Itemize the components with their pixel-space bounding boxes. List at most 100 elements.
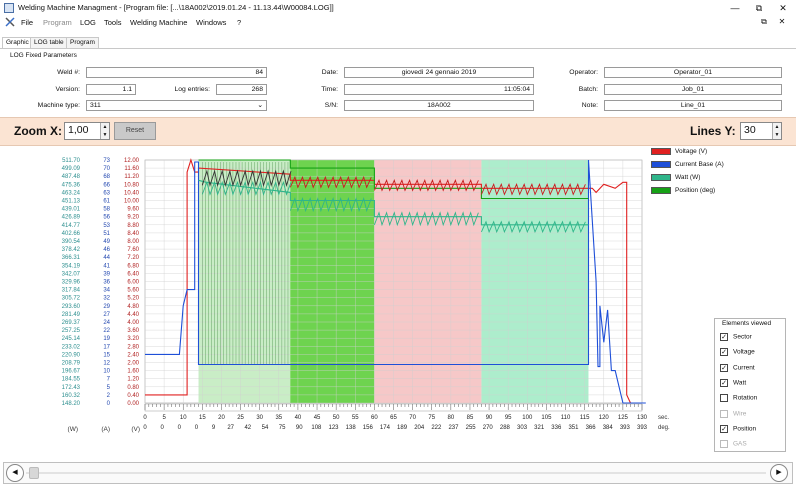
tab-program[interactable]: Program: [66, 37, 99, 48]
amp-tick-label: 12: [103, 361, 110, 367]
scroll-right-button[interactable]: ▶: [770, 464, 788, 482]
menu-file[interactable]: File: [21, 18, 33, 27]
watt-tick-label: 475.36: [62, 182, 81, 188]
deg-unit-label: deg.: [658, 425, 670, 431]
amp-tick-label: 46: [103, 247, 110, 253]
amp-tick-label: 41: [103, 263, 110, 269]
operator-field[interactable]: Operator_01: [604, 67, 782, 78]
sec-tick-label: 10: [180, 415, 187, 421]
volt-tick-label: 2.00: [127, 361, 139, 367]
amp-tick-label: 32: [103, 296, 110, 302]
checkbox[interactable]: ✓: [720, 333, 728, 341]
sec-tick-label: 60: [371, 415, 378, 421]
batch-label: Batch:: [578, 86, 598, 93]
menu-welding-machine[interactable]: Welding Machine: [130, 18, 187, 27]
elements-viewed-watt[interactable]: ✓ Watt: [720, 378, 747, 387]
deg-tick-label: 42: [244, 425, 251, 431]
date-field[interactable]: giovedì 24 gennaio 2019: [344, 67, 534, 78]
scroll-left-button[interactable]: ◀: [6, 464, 24, 482]
volt-tick-label: 6.80: [127, 263, 139, 269]
spin-arrows-icon[interactable]: ▲ ▼: [772, 123, 781, 139]
checkbox[interactable]: [720, 394, 728, 403]
volt-tick-label: 10.80: [124, 182, 140, 188]
elements-viewed-sector[interactable]: ✓ Sector: [720, 333, 752, 341]
sec-tick-label: 130: [637, 415, 648, 421]
deg-tick-label: 237: [448, 425, 459, 431]
checkbox[interactable]: ✓: [720, 348, 728, 357]
checkbox-label: Watt: [733, 379, 747, 387]
tab-log-table[interactable]: LOG table: [30, 37, 68, 48]
tab-graphic[interactable]: Graphic: [2, 37, 33, 48]
menu-log[interactable]: LOG: [80, 18, 96, 27]
amp-tick-label: 73: [103, 158, 110, 164]
mdi-document-icon[interactable]: [5, 17, 15, 27]
sec-tick-label: 45: [314, 415, 321, 421]
mdi-restore-button[interactable]: ⧉: [758, 17, 770, 27]
scroll-thumb[interactable]: [29, 467, 39, 479]
volt-tick-label: 0.00: [127, 401, 139, 407]
reset-button[interactable]: Reset: [114, 122, 156, 140]
menu-help[interactable]: ?: [237, 18, 241, 27]
app-window: Welding Machine Managment - [Program fil…: [0, 0, 796, 497]
minimize-button[interactable]: —: [724, 1, 746, 15]
mdi-close-button[interactable]: ✕: [776, 17, 788, 26]
note-field[interactable]: Line_01: [604, 100, 782, 111]
sec-tick-label: 30: [256, 415, 263, 421]
checkbox: [720, 409, 728, 418]
deg-tick-label: 0: [160, 425, 164, 431]
restore-button[interactable]: ⧉: [748, 1, 770, 15]
elements-viewed-current[interactable]: ✓ Current: [720, 363, 755, 372]
zoom-x-stepper[interactable]: 1,00 ▲ ▼: [64, 122, 110, 140]
checkbox[interactable]: ✓: [720, 378, 728, 387]
weld-number-field[interactable]: 84: [86, 67, 267, 78]
sec-tick-label: 85: [467, 415, 474, 421]
volt-tick-label: 1.60: [127, 369, 139, 375]
elements-viewed-position[interactable]: ✓ Position: [720, 424, 757, 433]
volt-tick-label: 7.20: [127, 255, 139, 261]
sec-tick-label: 110: [561, 415, 571, 421]
menu-program[interactable]: Program: [43, 18, 72, 27]
volt-tick-label: 8.00: [127, 239, 139, 245]
deg-tick-label: 384: [603, 425, 614, 431]
log-entries-field[interactable]: 268: [216, 84, 267, 95]
chart-legend: Voltage (V) Current Base (A) Watt (W) Posit…: [651, 148, 724, 197]
deg-tick-label: 27: [227, 425, 234, 431]
serial-number-field[interactable]: 18A002: [344, 100, 534, 111]
deg-tick-label: 321: [534, 425, 545, 431]
elements-viewed-rotation[interactable]: Rotation: [720, 394, 757, 403]
deg-tick-label: 393: [620, 425, 631, 431]
version-field[interactable]: 1.1: [86, 84, 136, 95]
spin-arrows-icon[interactable]: ▲ ▼: [100, 123, 109, 139]
machine-type-label: Machine type:: [37, 102, 80, 109]
lines-y-label: Lines Y:: [690, 124, 736, 138]
machine-type-select[interactable]: 311 ⌄: [86, 100, 267, 111]
watt-tick-label: 378.42: [62, 247, 81, 253]
deg-tick-label: 303: [517, 425, 528, 431]
checkbox[interactable]: ✓: [720, 424, 728, 433]
sec-unit-label: sec.: [658, 415, 669, 421]
watt-tick-label: 245.14: [62, 336, 81, 342]
scroll-track[interactable]: [26, 472, 766, 474]
deg-tick-label: 108: [311, 425, 322, 431]
elements-viewed-voltage[interactable]: ✓ Voltage: [720, 348, 755, 357]
watt-unit-label: (W): [68, 426, 78, 433]
sec-tick-label: 35: [275, 415, 282, 421]
menu-tools[interactable]: Tools: [104, 18, 122, 27]
volt-tick-label: 9.20: [127, 215, 139, 221]
close-button[interactable]: ✕: [772, 1, 794, 15]
legend-label: Current Base (A): [675, 161, 724, 169]
menu-windows[interactable]: Windows: [196, 18, 226, 27]
watt-tick-label: 329.96: [62, 280, 81, 286]
batch-field[interactable]: Job_01: [604, 84, 782, 95]
deg-tick-label: 0: [178, 425, 182, 431]
amp-tick-label: 27: [103, 312, 110, 318]
checkbox[interactable]: ✓: [720, 363, 728, 372]
checkbox-label: Position: [733, 425, 757, 433]
deg-tick-label: 255: [466, 425, 477, 431]
deg-tick-label: 288: [500, 425, 511, 431]
time-field[interactable]: 11:05:04: [344, 84, 534, 95]
lines-y-stepper[interactable]: 30 ▲ ▼: [740, 122, 782, 140]
volt-tick-label: 2.40: [127, 352, 139, 358]
volt-unit-label: (V): [131, 426, 140, 433]
amp-tick-label: 56: [103, 215, 110, 221]
